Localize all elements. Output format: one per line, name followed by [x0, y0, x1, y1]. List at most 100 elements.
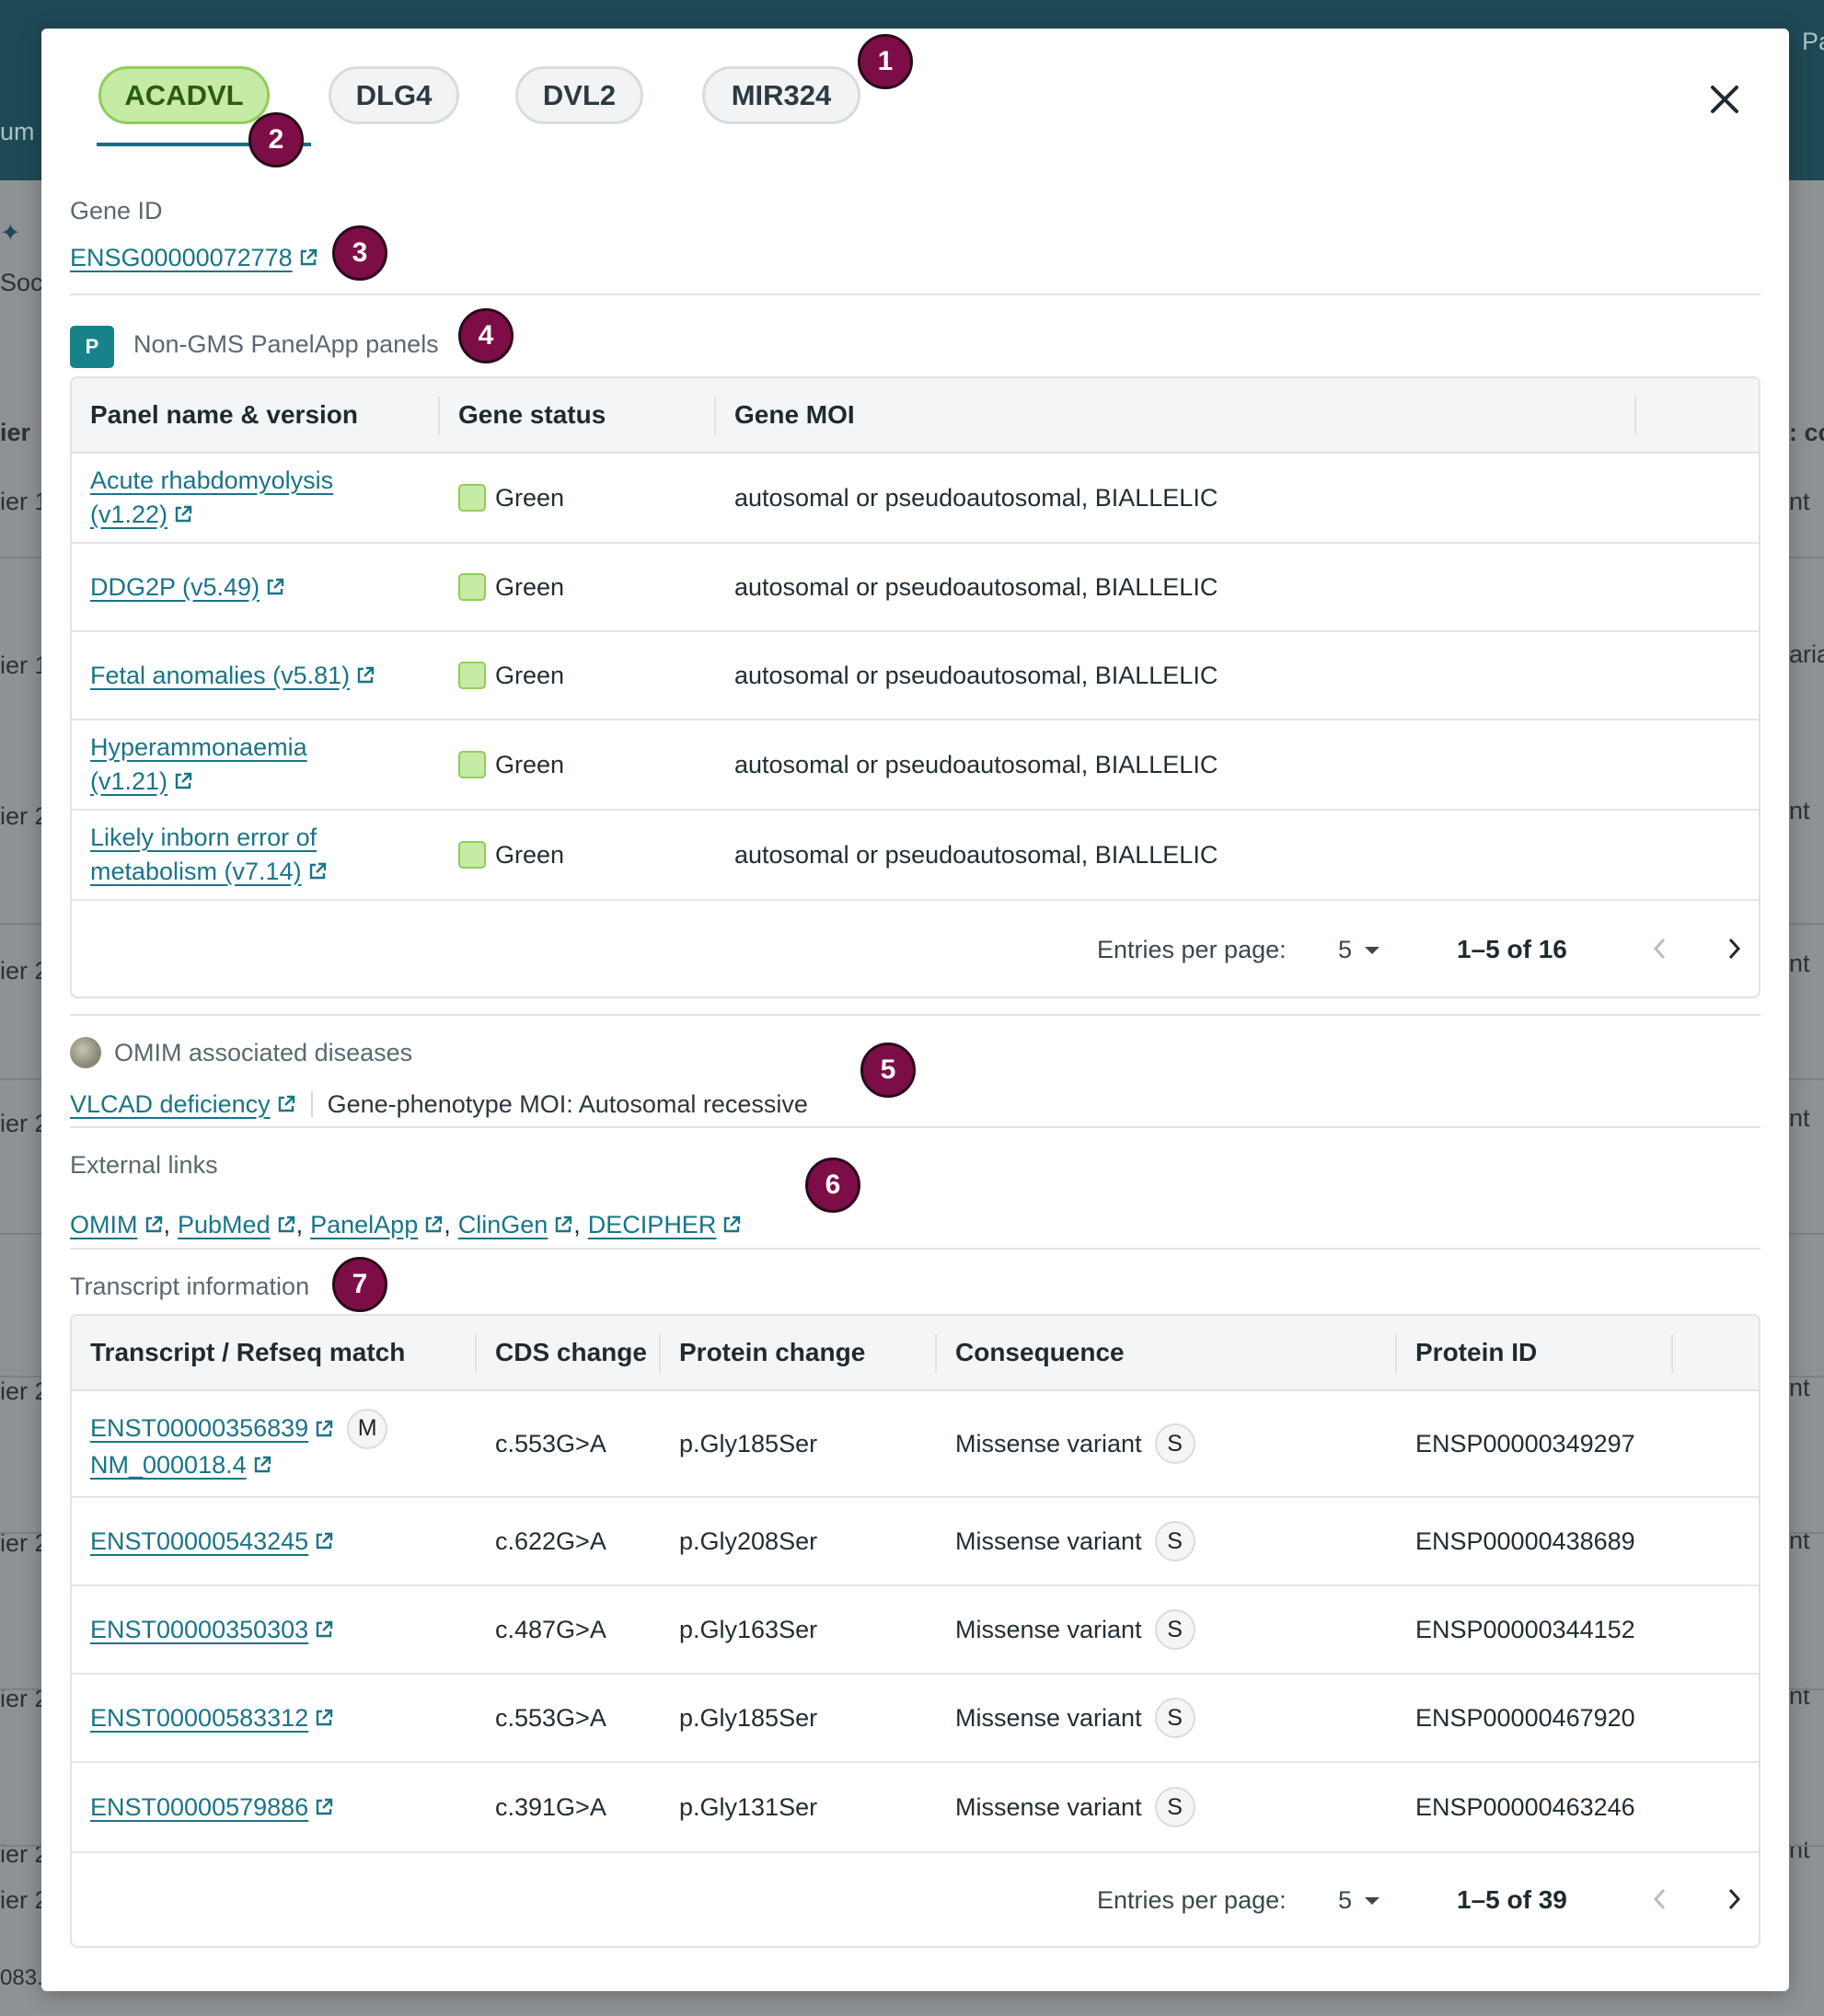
col-header-protein-id: Protein ID: [1415, 1338, 1538, 1366]
annotation-badge-5: 5: [860, 1043, 916, 1098]
consequence-badge: S: [1154, 1521, 1195, 1561]
bg-row-divider: [1789, 1233, 1824, 1235]
bg-left-bottom: 083.: [0, 1965, 43, 1990]
refseq-link[interactable]: NM_000018.4: [90, 1451, 247, 1479]
bg-row-divider: [1789, 1845, 1824, 1847]
close-button[interactable]: [1703, 78, 1746, 121]
gene-id-row: ENSG00000072778: [70, 244, 318, 272]
external-link-icon: [316, 1709, 333, 1726]
consequence-cell: Missense variant S: [937, 1763, 1195, 1851]
green-status-icon: [458, 751, 486, 778]
col-header-protein-change: Protein change: [679, 1338, 866, 1366]
external-link-icon: [309, 862, 326, 880]
panel-table-row: Hyperammonaemia (v1.21) Green autosomal or …: [72, 720, 1759, 811]
external-link-icon: [278, 1095, 294, 1112]
panel-name-link[interactable]: Hyperammonaemia: [90, 733, 307, 762]
external-link-panelapp[interactable]: PanelApp: [310, 1211, 418, 1238]
close-icon: [1711, 86, 1738, 113]
panel-version-link[interactable]: (v1.22): [90, 501, 167, 528]
gene-moi-cell: autosomal or pseudoautosomal, BIALLELIC: [734, 840, 1218, 869]
panelapp-pagination: Entries per page: 5 1–5 of 16: [72, 903, 1759, 996]
external-link-icon: [145, 1215, 162, 1233]
transcript-link[interactable]: ENST00000356839: [90, 1414, 308, 1443]
transcript-cell: ENST00000579886: [72, 1763, 477, 1851]
transcript-link[interactable]: ENST00000350303: [90, 1616, 308, 1644]
external-link-omim[interactable]: OMIM: [70, 1211, 138, 1238]
omim-disease-row: VLCAD deficiency Gene-phenotype MOI: Auto…: [70, 1090, 808, 1119]
panel-table-row: Fetal anomalies (v5.81) Green autosomal or…: [72, 632, 1759, 720]
transcript-link[interactable]: ENST00000579886: [90, 1793, 308, 1822]
entries-per-page-select[interactable]: 5: [1338, 936, 1381, 964]
bg-left-ier-header: ier: [0, 419, 31, 446]
consequence-badge: S: [1154, 1698, 1195, 1738]
external-link-icon: [316, 1532, 333, 1549]
prev-page-button[interactable]: [1642, 930, 1679, 967]
external-link-clingen[interactable]: ClinGen: [458, 1211, 548, 1238]
omim-moi-text: Gene-phenotype MOI: Autosomal recessive: [327, 1090, 808, 1118]
gene-status-text: Green: [495, 661, 565, 689]
next-page-button[interactable]: [1715, 930, 1752, 967]
green-status-icon: [458, 662, 486, 689]
protein-id-cell: ENSP00000349297: [1415, 1429, 1635, 1457]
bg-header-left-text: um: [0, 118, 35, 145]
transcript-table-row: ENST00000356839 M NM_000018.4 c.553G>A p.Gly…: [72, 1391, 1759, 1498]
transcript-table: Transcript / Refseq match CDS change Pro…: [70, 1314, 1761, 1948]
gene-status-cell: Green: [440, 544, 564, 630]
panel-name-link[interactable]: Acute rhabdomyolysis: [90, 467, 333, 495]
transcript-link[interactable]: ENST00000543245: [90, 1527, 308, 1556]
external-link-icon: [175, 772, 192, 789]
panel-version-link[interactable]: metabolism (v7.14): [90, 858, 302, 885]
link-separator: ,: [573, 1211, 581, 1238]
col-header-transcript: Transcript / Refseq match: [90, 1338, 406, 1366]
gene-id-link[interactable]: ENSG00000072778: [70, 244, 293, 271]
cds-change-cell: c.391G>A: [495, 1792, 606, 1821]
col-header-status: Gene status: [458, 400, 606, 429]
external-link-icon: [278, 1215, 294, 1233]
panel-name-link[interactable]: Likely inborn error of: [90, 824, 317, 852]
separator: [310, 1091, 313, 1117]
external-link-icon: [300, 248, 317, 266]
transcript-link[interactable]: ENST00000583312: [90, 1704, 308, 1733]
bg-right-row: nt: [1789, 950, 1810, 977]
annotation-badge-3: 3: [332, 225, 387, 281]
prev-page-button[interactable]: [1642, 1881, 1679, 1918]
entries-per-page-label: Entries per page:: [1097, 936, 1287, 963]
gene-details-modal: ACADVL DLG4 DVL2 MIR324 1 2 3 4 5 6 7 Ge…: [41, 29, 1789, 1991]
bg-right-row: aria: [1789, 640, 1824, 668]
caret-down-icon: [1365, 946, 1380, 954]
bg-row-divider: [1789, 1688, 1824, 1690]
external-link-pubmed[interactable]: PubMed: [178, 1211, 271, 1238]
bg-right-row: nt: [1789, 1836, 1810, 1863]
external-link-icon: [175, 505, 192, 523]
green-status-icon: [458, 573, 486, 601]
bg-sparkle-icon: ✦: [0, 219, 21, 247]
panel-version-link[interactable]: (v1.21): [90, 767, 167, 795]
tab-mir324[interactable]: MIR324: [702, 66, 860, 124]
consequence-badge: S: [1154, 1787, 1195, 1827]
tab-dvl2[interactable]: DVL2: [515, 66, 643, 124]
external-link-decipher[interactable]: DECIPHER: [588, 1211, 717, 1238]
panel-name-cell: Likely inborn error of metabolism (v7.14): [72, 811, 440, 899]
transcript-section-title: Transcript information: [70, 1273, 310, 1300]
gene-status-text: Green: [495, 572, 565, 601]
col-header-moi: Gene MOI: [734, 400, 855, 429]
tab-acadvl[interactable]: ACADVL: [98, 66, 270, 124]
gene-status-text: Green: [495, 750, 565, 778]
tab-dlg4[interactable]: DLG4: [329, 66, 459, 124]
bg-row-divider: [0, 1078, 42, 1080]
panelapp-logo: P: [70, 326, 114, 368]
mane-badge: M: [347, 1408, 388, 1449]
panelapp-table: Panel name & version Gene status Gene MO…: [70, 376, 1761, 998]
protein-id-cell: ENSP00000467920: [1415, 1703, 1635, 1732]
omim-disease-link[interactable]: VLCAD deficiency: [70, 1090, 271, 1118]
annotation-badge-7: 7: [332, 1257, 387, 1312]
next-page-button[interactable]: [1715, 1881, 1752, 1918]
protein-id-cell: ENSP00000463246: [1415, 1792, 1635, 1821]
protein-change-cell: p.Gly131Ser: [679, 1792, 818, 1821]
panel-name-link[interactable]: Fetal anomalies (v5.81): [90, 662, 350, 690]
bg-row-divider: [0, 1233, 42, 1235]
consequence-cell: Missense variant S: [937, 1675, 1195, 1761]
panel-name-link[interactable]: DDG2P (v5.49): [90, 573, 260, 602]
entries-per-page-select[interactable]: 5: [1338, 1886, 1381, 1915]
pagination-range: 1–5 of 39: [1457, 1885, 1567, 1914]
